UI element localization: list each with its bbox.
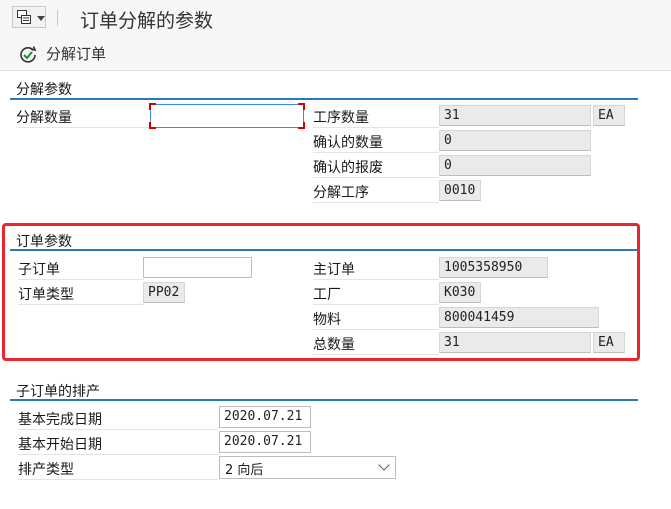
op-qty-unit-field: EA: [593, 105, 625, 126]
toolbar: 分解订单: [0, 38, 671, 71]
sched-type-label: 排产类型: [18, 462, 74, 478]
basic-finish-label: 基本完成日期: [18, 412, 102, 428]
main-content: 分解参数 分解数量 工序数量 确认的数量 确认的报废 分解工序 31 EA 0 …: [0, 71, 671, 509]
confirmed-qty-label: 确认的数量: [313, 135, 383, 151]
group-divider: [10, 98, 638, 100]
op-qty-field: 31: [439, 105, 591, 126]
group-divider: [10, 399, 638, 401]
split-order-label: 分解订单: [46, 45, 107, 63]
sched-type-select[interactable]: 2 向后: [219, 456, 396, 479]
menu-icon: [17, 10, 31, 24]
split-params-group: 分解参数 分解数量 工序数量 确认的数量 确认的报废 分解工序 31 EA 0 …: [10, 79, 638, 219]
split-op-field: 0010: [439, 180, 481, 201]
label-underline: [18, 429, 218, 430]
split-order-icon: [20, 46, 37, 63]
focus-corner: [149, 103, 156, 110]
label-underline: [313, 177, 439, 178]
scheduling-group: 子订单的排产 基本完成日期 基本开始日期 排产类型 2020.07.21 202…: [10, 381, 638, 501]
focus-corner: [149, 122, 156, 129]
title-bar: 订单分解的参数: [0, 0, 671, 38]
confirmed-scrap-field: 0: [439, 155, 591, 176]
label-underline: [18, 454, 218, 455]
basic-finish-input[interactable]: 2020.07.21: [219, 406, 311, 428]
menu-button[interactable]: [12, 6, 46, 28]
split-qty-label: 分解数量: [16, 110, 72, 126]
split-qty-input[interactable]: [149, 103, 305, 129]
label-underline: [16, 127, 150, 128]
group-title: 子订单的排产: [16, 384, 100, 400]
label-underline: [313, 152, 439, 153]
confirmed-qty-field: 0: [439, 130, 591, 151]
label-underline: [18, 479, 218, 480]
sched-type-value: 2 向后: [225, 463, 264, 478]
label-underline: [313, 127, 439, 128]
basic-start-label: 基本开始日期: [18, 437, 102, 453]
chevron-down-icon: [378, 459, 390, 471]
title-separator: [57, 10, 58, 26]
confirmed-scrap-label: 确认的报废: [313, 160, 383, 176]
focus-corner: [298, 122, 305, 129]
chevron-down-icon: [37, 16, 45, 21]
split-op-label: 分解工序: [313, 185, 369, 201]
group-title: 分解参数: [16, 82, 72, 98]
op-qty-label: 工序数量: [313, 110, 369, 126]
focus-corner: [298, 103, 305, 110]
basic-start-input[interactable]: 2020.07.21: [219, 431, 311, 453]
page-title: 订单分解的参数: [80, 10, 214, 32]
label-underline: [313, 202, 439, 203]
highlight-box: [2, 223, 640, 361]
